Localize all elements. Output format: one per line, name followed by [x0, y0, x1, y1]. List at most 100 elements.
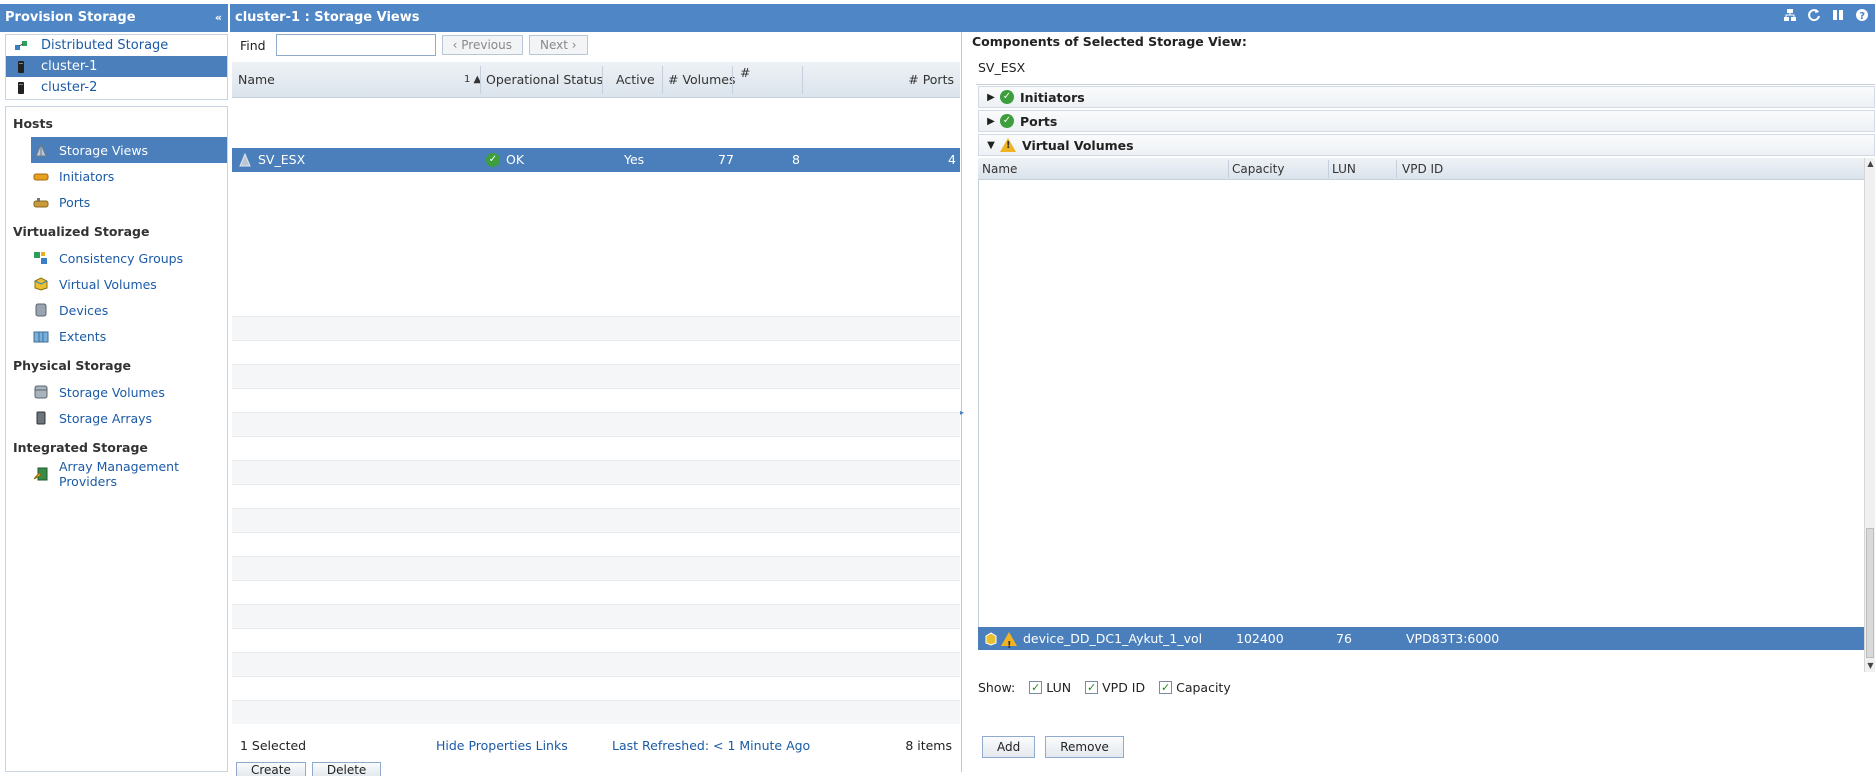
operational-status: OK — [506, 152, 525, 167]
volume-capacity: 102400 — [1236, 631, 1284, 646]
tree-item-label: cluster-2 — [41, 80, 98, 95]
configure-icon[interactable] — [1831, 4, 1845, 32]
tree-item-cluster-1[interactable]: cluster-1 — [6, 56, 227, 77]
empty-row — [232, 508, 960, 532]
ok-status-icon: ✓ — [1000, 114, 1014, 128]
virtual-volumes-grid-header: Name Capacity LUN VPD ID — [978, 158, 1865, 180]
nav-item-label: Storage Volumes — [59, 384, 165, 400]
collapse-panel-icon[interactable]: ‹‹ — [215, 4, 222, 32]
section-initiators[interactable]: ▶ ✓ Initiators — [978, 86, 1875, 108]
empty-row — [232, 556, 960, 580]
capacity-checkbox[interactable]: ✓ — [1159, 681, 1173, 694]
nav-item-devices[interactable]: Devices — [6, 297, 227, 323]
column-header-name[interactable]: Name — [982, 158, 1017, 180]
nav-item-label: Virtual Volumes — [59, 276, 157, 292]
empty-row — [232, 364, 960, 388]
help-icon[interactable]: ? — [1855, 4, 1869, 32]
selected-view-name: SV_ESX — [978, 60, 1026, 75]
provision-storage-header: Provision Storage ‹‹ — [0, 4, 228, 32]
column-header-ports[interactable]: # Ports — [908, 62, 954, 98]
nav-item-label: Consistency Groups — [59, 250, 184, 266]
nav-item-array-management-providers[interactable]: Array Management Providers — [6, 459, 227, 489]
storage-volumes-icon — [33, 385, 49, 399]
volume-name: device_DD_DC1_Aykut_1_vol — [1023, 631, 1203, 646]
show-columns-options: Show: ✓ LUN ✓ VPD ID ✓ Capacity — [978, 680, 1231, 695]
scroll-down-icon[interactable]: ▼ — [1865, 660, 1875, 672]
lun-checkbox[interactable]: ✓ — [1029, 681, 1043, 694]
ok-status-icon: ✓ — [486, 153, 500, 167]
initiators-icon — [33, 169, 49, 183]
tree-item-label: cluster-1 — [41, 59, 98, 74]
section-virtual-volumes[interactable]: ▼ Virtual Volumes — [978, 134, 1875, 156]
section-ports[interactable]: ▶ ✓ Ports — [978, 110, 1875, 132]
column-header-vpd-id[interactable]: VPD ID — [1402, 158, 1443, 180]
nav-item-storage-arrays[interactable]: Storage Arrays — [6, 405, 227, 431]
empty-row — [232, 700, 960, 724]
last-refreshed-link[interactable]: Last Refreshed: < 1 Minute Ago — [612, 738, 810, 753]
component-action-buttons: Add Remove — [982, 736, 1124, 758]
chevron-right-icon: ▶ — [987, 115, 995, 127]
warning-icon — [1001, 631, 1017, 657]
nav-item-consistency-groups[interactable]: Consistency Groups — [6, 245, 227, 271]
next-button[interactable]: Next › — [528, 35, 588, 55]
empty-row — [232, 604, 960, 628]
nav-category-hosts: Hosts — [13, 116, 53, 131]
column-header-active[interactable]: Active — [616, 62, 655, 98]
delete-button[interactable]: Delete — [311, 762, 382, 776]
column-header-volumes[interactable]: # Volumes — [668, 62, 735, 98]
nav-item-label: Ports — [59, 194, 91, 210]
scroll-up-icon[interactable]: ▲ — [1865, 158, 1875, 170]
find-toolbar: Find ‹ Previous Next › — [240, 34, 588, 56]
lun-checkbox-label: LUN — [1046, 680, 1072, 695]
refresh-icon[interactable] — [1807, 4, 1821, 32]
virtual-volumes-icon — [33, 277, 49, 291]
nav-item-storage-volumes[interactable]: Storage Volumes — [6, 379, 227, 405]
distributed-storage-icon — [14, 39, 28, 53]
column-header-initiators[interactable]: # — [740, 66, 750, 102]
sort-indicator[interactable]: 1 ▲ — [464, 62, 481, 98]
nav-category-virtualized-storage: Virtualized Storage — [13, 224, 150, 239]
empty-row — [232, 340, 960, 364]
column-header-lun[interactable]: LUN — [1332, 158, 1356, 180]
find-input[interactable] — [275, 34, 436, 56]
empty-row — [232, 652, 960, 676]
empty-row — [232, 316, 960, 340]
scroll-thumb[interactable] — [1866, 528, 1874, 658]
table-row[interactable]: SV_ESX ✓ OK Yes 77 8 4 — [232, 148, 960, 172]
ports-value: 4 — [948, 152, 956, 167]
active-value: Yes — [624, 152, 645, 167]
cluster-tree: Distributed Storage cluster-1 cluster-2 — [5, 34, 228, 100]
create-button[interactable]: Create — [236, 762, 306, 776]
table-row[interactable]: device_DD_DC1_Aykut_1_vol 102400 76 VPD8… — [978, 627, 1865, 657]
vpd-id-checkbox[interactable]: ✓ — [1085, 681, 1099, 694]
vpd-id-checkbox-label: VPD ID — [1102, 680, 1146, 695]
ports-icon — [33, 195, 49, 209]
add-button[interactable]: Add — [982, 736, 1036, 758]
column-header-operational-status[interactable]: Operational Status — [486, 62, 603, 98]
nav-item-ports[interactable]: Ports — [6, 189, 227, 215]
nav-item-initiators[interactable]: Initiators — [6, 163, 227, 189]
topology-icon[interactable] — [1783, 4, 1797, 32]
nav-item-virtual-volumes[interactable]: Virtual Volumes — [6, 271, 227, 297]
svg-text:?: ? — [1859, 11, 1865, 22]
previous-button[interactable]: ‹ Previous — [441, 35, 523, 55]
empty-row — [232, 676, 960, 700]
hide-properties-links[interactable]: Hide Properties Links — [436, 738, 568, 753]
tree-item-cluster-2[interactable]: cluster-2 — [6, 77, 227, 98]
empty-row — [232, 532, 960, 556]
nav-item-extents[interactable]: Extents — [6, 323, 227, 349]
chevron-right-icon: ▶ — [987, 91, 995, 103]
nav-item-storage-views[interactable]: Storage Views — [31, 137, 227, 163]
tree-item-distributed-storage[interactable]: Distributed Storage — [6, 35, 227, 56]
remove-button[interactable]: Remove — [1045, 736, 1124, 758]
vertical-scrollbar[interactable]: ▲ ▼ — [1864, 158, 1875, 672]
column-header-name[interactable]: Name — [238, 62, 275, 98]
storage-views-icon — [33, 142, 49, 157]
empty-row — [232, 460, 960, 484]
nav-item-label: Array Management Providers — [59, 459, 179, 489]
column-header-capacity[interactable]: Capacity — [1232, 158, 1284, 180]
selected-count: 1 Selected — [240, 738, 307, 753]
volume-lun: 76 — [1336, 631, 1352, 646]
components-title: Components of Selected Storage View: — [972, 34, 1247, 49]
consistency-groups-icon — [33, 251, 49, 265]
